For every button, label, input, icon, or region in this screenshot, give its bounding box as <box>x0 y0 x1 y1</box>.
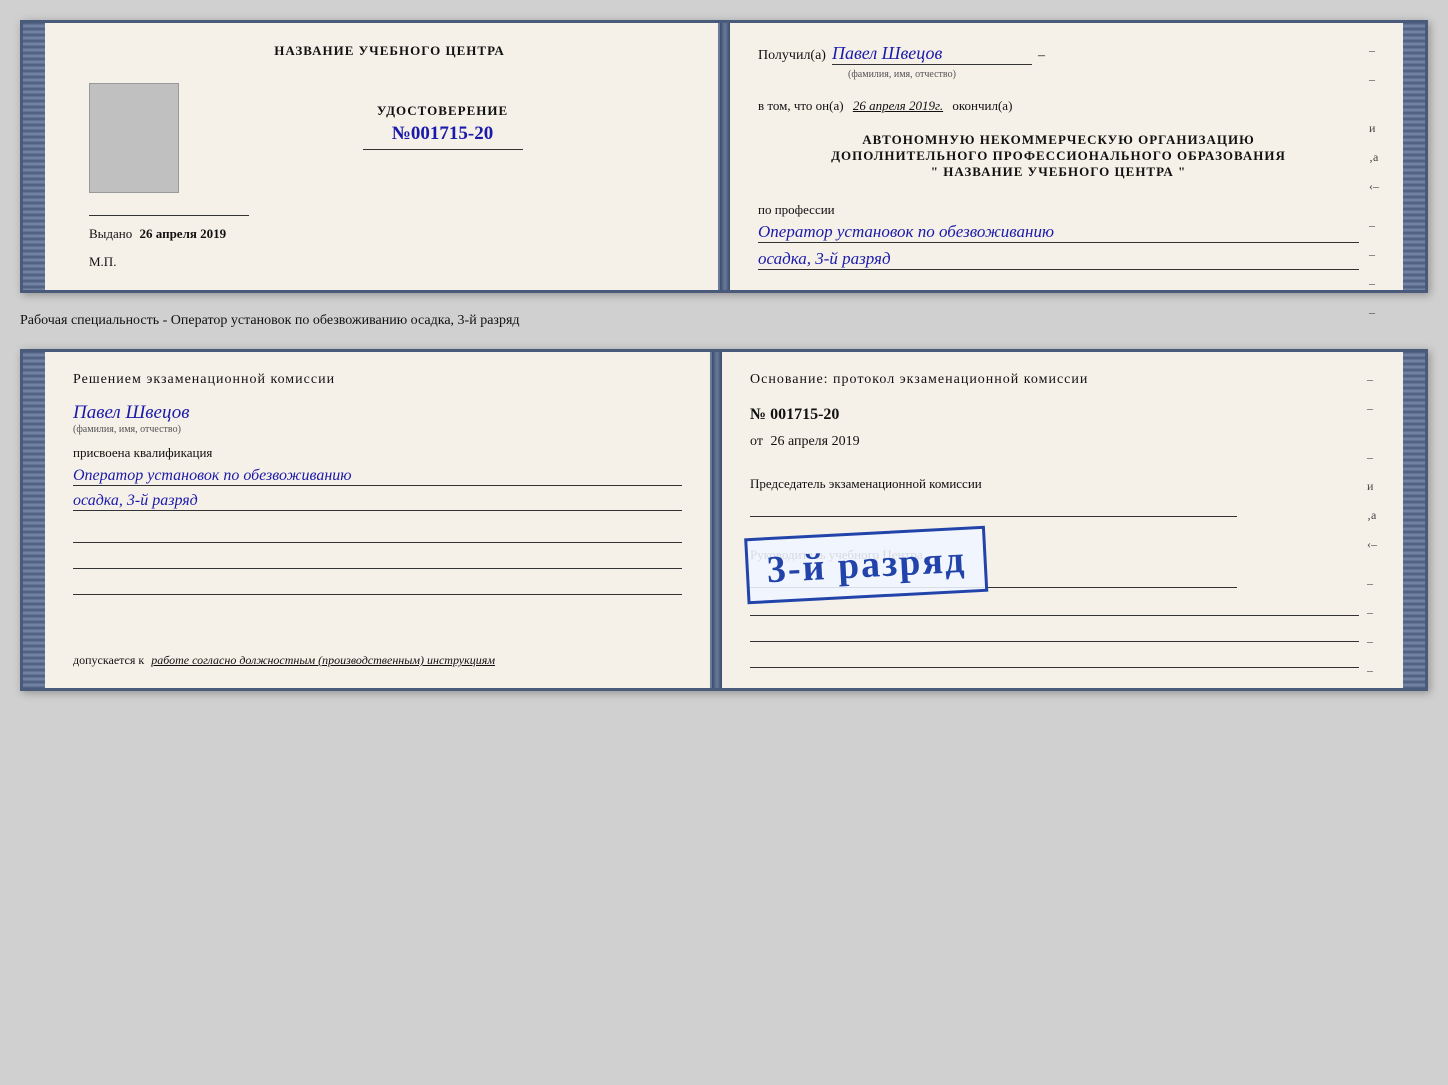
profession-line1: Оператор установок по обезвоживанию <box>758 222 1359 243</box>
cert-label: УДОСТОВЕРЕНИЕ <box>377 103 508 119</box>
bottom-cert-right-page: Основание: протокол экзаменационной коми… <box>722 352 1403 688</box>
top-certificate: НАЗВАНИЕ УЧЕБНОГО ЦЕНТРА УДОСТОВЕРЕНИЕ №… <box>20 20 1428 293</box>
org-line2: ДОПОЛНИТЕЛЬНОГО ПРОФЕССИОНАЛЬНОГО ОБРАЗО… <box>758 148 1359 164</box>
profession-section: по профессии Оператор установок по обезв… <box>758 202 1359 270</box>
left-decorative-strip <box>23 23 45 290</box>
chairman-section: Председатель экзаменационной комиссии <box>750 476 1359 517</box>
in-that-date: 26 апреля 2019г. <box>853 98 943 113</box>
qual-date-section: от 26 апреля 2019 <box>750 434 1359 450</box>
profession-label: по профессии <box>758 202 1359 218</box>
org-line1: АВТОНОМНУЮ НЕКОММЕРЧЕСКУЮ ОРГАНИЗАЦИЮ <box>758 132 1359 148</box>
mp-label: М.П. <box>89 254 116 270</box>
допускается-text: работе согласно должностным (производств… <box>151 653 495 667</box>
stamp-text: 3-й разряд <box>766 539 967 591</box>
qual-number-section: № 001715-20 <box>750 406 1359 424</box>
profession-line2: осадка, 3-й разряд <box>758 249 1359 270</box>
qual-date: 26 апреля 2019 <box>770 434 859 449</box>
chairman-label: Председатель экзаменационной комиссии <box>750 476 1359 492</box>
qual-допускается-section: допускается к работе согласно должностны… <box>73 653 682 668</box>
cert-number: №001715-20 <box>392 123 493 145</box>
issued-section: Выдано 26 апреля 2019 <box>89 226 249 242</box>
qual-profession-line1: Оператор установок по обезвоживанию <box>73 467 682 486</box>
separator-text: Рабочая специальность - Оператор установ… <box>20 309 1428 333</box>
qual-blank-lines <box>73 525 682 595</box>
qual-right-extra-lines <box>750 598 1359 668</box>
top-cert-school-name: НАЗВАНИЕ УЧЕБНОГО ЦЕНТРА <box>274 43 505 59</box>
fio-label: (фамилия, имя, отчество) <box>848 69 1359 80</box>
qual-fio-label: (фамилия, имя, отчество) <box>73 424 682 435</box>
qual-foundation-label: Основание: протокол экзаменационной коми… <box>750 372 1359 388</box>
qual-profession-line2: осадка, 3-й разряд <box>73 492 682 511</box>
qual-assigned-label: присвоена квалификация <box>73 445 682 461</box>
qualification-stamp: 3-й разряд <box>744 526 988 605</box>
bottom-certificate: Решением экзаменационной комиссии Павел … <box>20 349 1428 691</box>
bottom-right-dashes: – – – и ‚а ‹– – – – – <box>1367 372 1377 678</box>
dash: – <box>1038 48 1045 64</box>
received-prefix: Получил(а) <box>758 48 826 64</box>
qual-number: № 001715-20 <box>750 406 839 423</box>
in-that-section: в том, что он(а) 26 апреля 2019г. окончи… <box>758 98 1359 114</box>
book-spine <box>720 23 730 290</box>
qual-name: Павел Швецов <box>73 402 682 424</box>
org-line3: " НАЗВАНИЕ УЧЕБНОГО ЦЕНТРА " <box>758 164 1359 180</box>
bottom-book-spine <box>712 352 722 688</box>
right-dashes: – – и ‚а ‹– – – – – <box>1369 43 1379 320</box>
bottom-cert-left-page: Решением экзаменационной комиссии Павел … <box>45 352 712 688</box>
received-name: Павел Швецов <box>832 43 1032 65</box>
issued-label: Выдано <box>89 226 132 241</box>
qual-title: Решением экзаменационной комиссии <box>73 372 682 388</box>
issued-date: 26 апреля 2019 <box>140 226 227 241</box>
org-section: АВТОНОМНУЮ НЕКОММЕРЧЕСКУЮ ОРГАНИЗАЦИЮ ДО… <box>758 132 1359 180</box>
right-decorative-strip <box>1403 23 1425 290</box>
bottom-right-strip <box>1403 352 1425 688</box>
received-section: Получил(а) Павел Швецов – <box>758 43 1359 65</box>
cert-photo <box>89 83 179 193</box>
top-cert-right-page: Получил(а) Павел Швецов – (фамилия, имя,… <box>730 23 1403 290</box>
bottom-left-strip <box>23 352 45 688</box>
top-cert-left-page: НАЗВАНИЕ УЧЕБНОГО ЦЕНТРА УДОСТОВЕРЕНИЕ №… <box>45 23 720 290</box>
